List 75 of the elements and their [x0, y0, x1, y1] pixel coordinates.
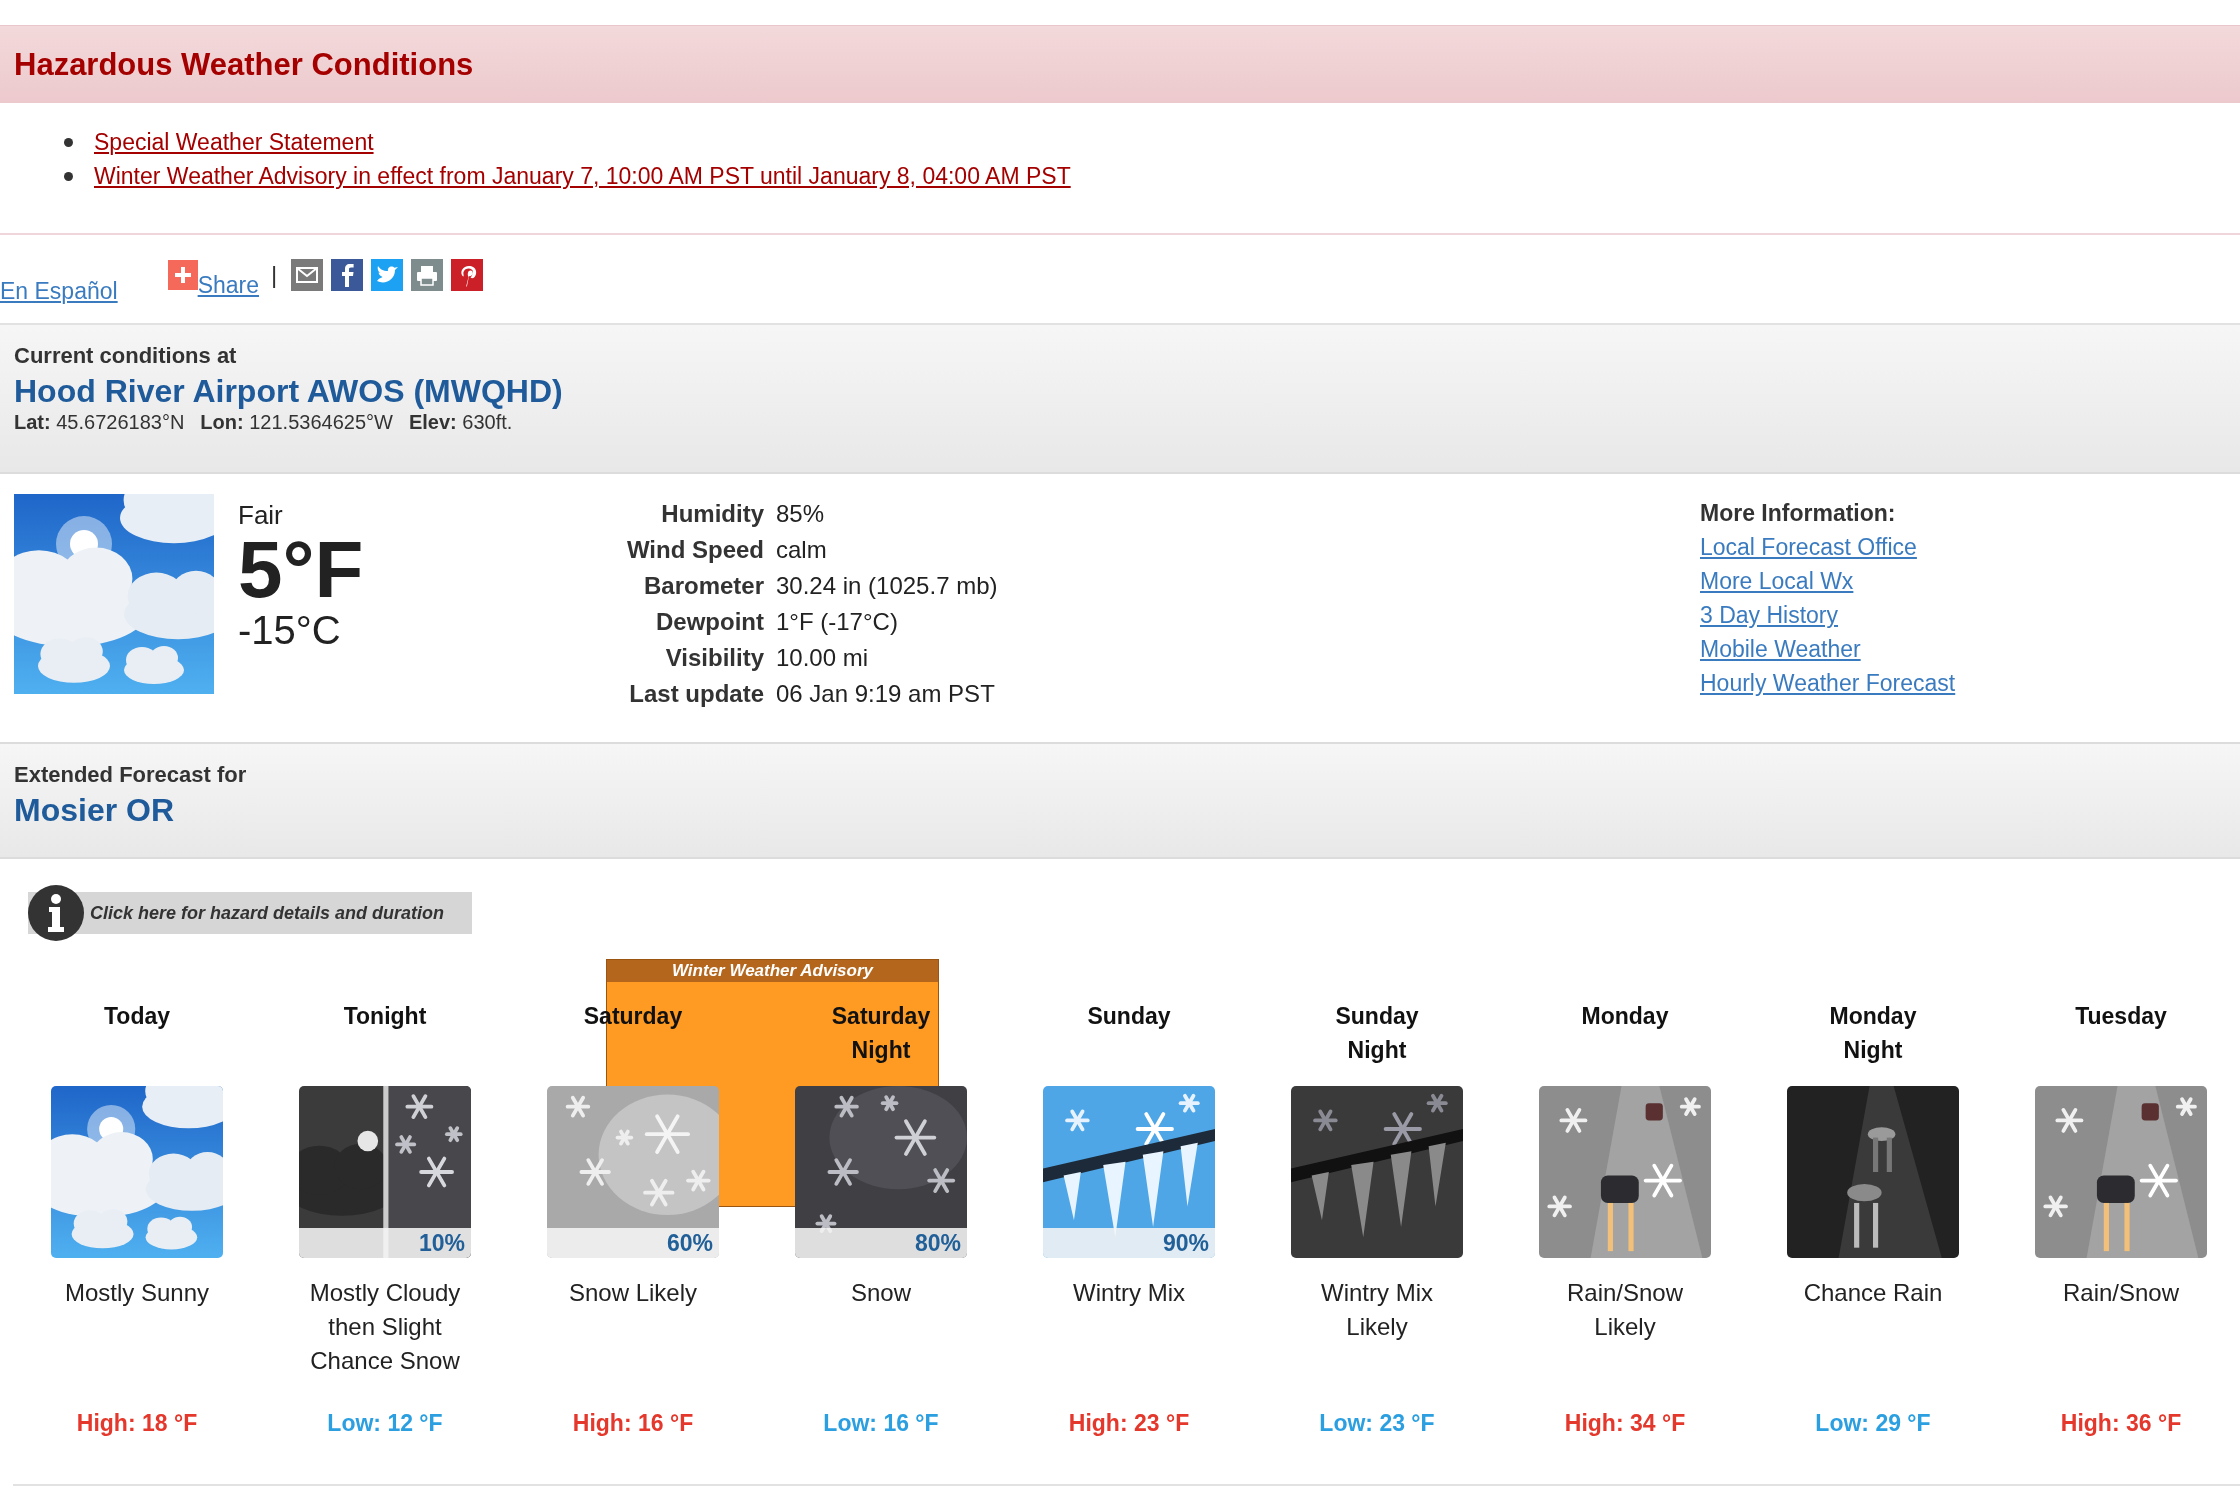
period-name: Saturday Night: [830, 1002, 932, 1065]
info-link[interactable]: Local Forecast Office: [1700, 530, 1917, 564]
detail-label: Dewpoint: [655, 607, 764, 637]
detail-value: calm: [776, 535, 828, 565]
temperature-text: Low: 12 °F: [327, 1409, 443, 1438]
precip-chance: 60%: [547, 1228, 719, 1258]
temperature-text: High: 36 °F: [2060, 1409, 2182, 1438]
period-name: Tonight: [342, 1002, 428, 1031]
advisory-label: Winter Weather Advisory: [607, 960, 938, 982]
temperature-text: Low: 29 °F: [1815, 1409, 1931, 1438]
twitter-icon[interactable]: [371, 259, 404, 291]
condition-text: Fair: [238, 500, 284, 531]
language-link[interactable]: En Español: [0, 278, 118, 305]
precip-chance: 80%: [795, 1228, 967, 1258]
bullet-icon: [64, 137, 73, 147]
temperature-text: High: 18 °F: [76, 1409, 198, 1438]
detail-value: 30.24 in (1025.7 mb): [776, 571, 999, 601]
temperature-text: Low: 23 °F: [1319, 1409, 1435, 1438]
forecast-text: Wintry Mix: [1072, 1278, 1186, 1308]
printer-icon[interactable]: [411, 259, 444, 291]
info-link[interactable]: Mobile Weather: [1700, 632, 1861, 666]
precip-chance: 90%: [1043, 1228, 1215, 1258]
forecast-text: Mostly Cloudy then Slight Chance Snow: [308, 1278, 462, 1376]
plus-icon[interactable]: [167, 260, 198, 290]
detail-value: 1°F (-17°C): [776, 607, 899, 637]
period-name: Tuesday: [2074, 1002, 2168, 1031]
period-name: Today: [103, 1002, 171, 1031]
panel-heading: Extended Forecast for: [14, 761, 248, 789]
precip-chance: 10%: [299, 1228, 471, 1258]
period-name: Monday: [1580, 1002, 1670, 1031]
more-info-title: More Information:: [1700, 499, 1896, 528]
forecast-text: Chance Rain: [1802, 1278, 1944, 1308]
detail-value: 10.00 mi: [776, 643, 870, 673]
hazard-details-button[interactable]: Click here for hazard details and duration: [28, 885, 472, 941]
detail-label: Barometer: [642, 571, 764, 601]
temperature-text: High: 23 °F: [1068, 1409, 1190, 1438]
info-link[interactable]: More Local Wx: [1700, 564, 1854, 598]
forecast-text: Snow Likely: [567, 1278, 699, 1308]
facebook-icon[interactable]: [331, 259, 364, 291]
forecast-text: Snow: [849, 1278, 912, 1308]
forecast-text: Rain/Snow: [2061, 1278, 2181, 1308]
info-link[interactable]: Hourly Weather Forecast: [1700, 666, 1956, 700]
detail-value: 06 Jan 9:19 am PST: [776, 679, 996, 709]
detail-label: Wind Speed: [625, 535, 764, 565]
section-title: Hazardous Weather Conditions: [14, 46, 474, 83]
period-name: Monday Night: [1828, 1002, 1918, 1065]
location-name: Mosier OR: [14, 791, 176, 830]
bullet-icon: [64, 171, 73, 181]
alert-link[interactable]: Winter Weather Advisory in effect from January 7, 10:00 AM PST until January 8, 04:00 AM PST: [94, 162, 1071, 190]
temperature-text: High: 16 °F: [572, 1409, 694, 1438]
detail-label: Last update: [628, 679, 764, 709]
forecast-text: Mostly Sunny: [63, 1278, 211, 1308]
temperature-text: Low: 16 °F: [823, 1409, 939, 1438]
coordinate-text: Elev: 630ft.: [408, 411, 513, 434]
envelope-icon[interactable]: [291, 259, 324, 291]
detail-value: 85%: [776, 499, 826, 529]
share-link[interactable]: Share: [197, 272, 259, 299]
detail-label: Visibility: [664, 643, 764, 673]
station-name: Hood River Airport AWOS (MWQHD): [14, 372, 564, 411]
info-icon: [28, 885, 84, 941]
temperature-f: 5°F: [238, 531, 365, 609]
forecast-text: Rain/Snow Likely: [1565, 1278, 1685, 1342]
temperature-c: -15°C: [238, 609, 342, 651]
pinterest-icon[interactable]: [451, 259, 484, 291]
coordinate-text: Lon: 121.5364625°W: [200, 411, 393, 434]
coordinate-text: Lat: 45.6726183°N: [14, 411, 185, 434]
temperature-text: High: 34 °F: [1564, 1409, 1686, 1438]
detail-label: Humidity: [660, 499, 764, 529]
period-name: Sunday Night: [1334, 1002, 1420, 1065]
alert-link[interactable]: Special Weather Statement: [94, 128, 374, 156]
period-name: Sunday: [1086, 1002, 1172, 1031]
separator: |: [271, 261, 278, 289]
info-link[interactable]: 3 Day History: [1700, 598, 1839, 632]
forecast-text: Wintry Mix Likely: [1320, 1278, 1434, 1342]
panel-heading: Current conditions at: [14, 342, 238, 370]
